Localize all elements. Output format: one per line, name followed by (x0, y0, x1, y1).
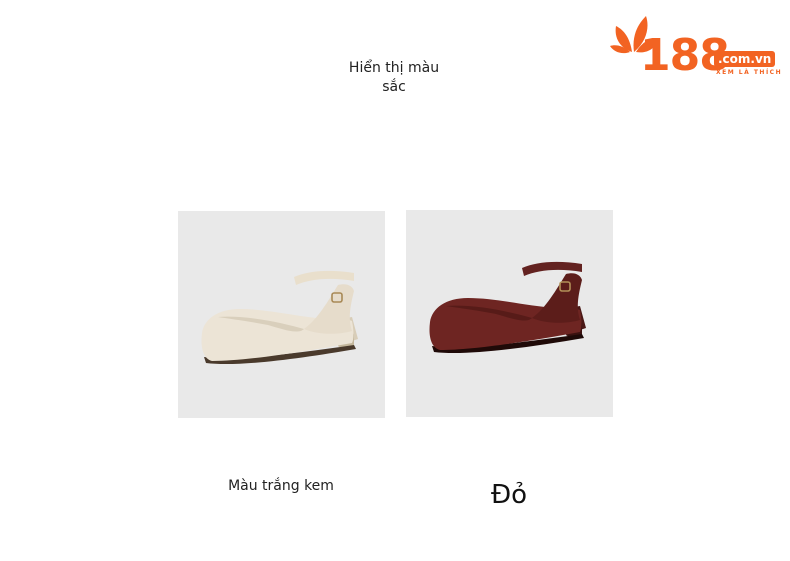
swatch-label-cream: Màu trắng kem (228, 478, 334, 494)
color-swatch-burgundy[interactable] (406, 210, 613, 417)
brand-logo[interactable]: 188 .com.vn XEM LÀ THÍCH (610, 12, 786, 84)
logo-tagline: XEM LÀ THÍCH (716, 69, 783, 76)
page-heading: Hiển thị màu sắc (348, 60, 440, 95)
cream-shoe-icon (201, 270, 358, 365)
swatch-label-red: Đỏ (490, 480, 528, 510)
burgundy-shoe-icon (429, 261, 586, 354)
color-swatch-cream[interactable] (178, 211, 385, 418)
logo-domain: .com.vn (714, 51, 776, 67)
